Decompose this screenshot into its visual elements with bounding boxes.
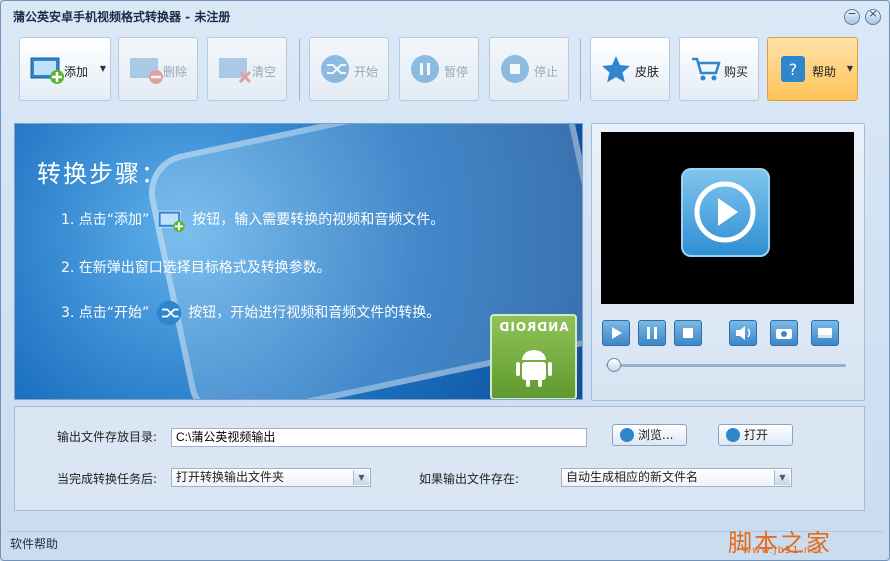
chevron-down-icon: ▼	[774, 470, 790, 485]
fullscreen-button[interactable]	[811, 320, 839, 346]
film-clear-icon	[219, 58, 252, 84]
android-logo-text: ANDROID	[498, 320, 569, 334]
step-1-text: 1. 点击“添加”	[61, 212, 150, 228]
chevron-down-icon: ▼	[846, 64, 853, 73]
star-icon	[602, 56, 630, 83]
video-screen[interactable]	[601, 132, 854, 304]
shuffle-icon	[321, 55, 349, 83]
start-label: 开始	[354, 65, 379, 79]
toolbar-divider	[299, 39, 300, 101]
browse-button[interactable]: 浏览...	[612, 424, 687, 446]
instructions-banner: 转换步骤： 1. 点击“添加” 按钮，输入需要转换的视频和音频文件。 2. 在新…	[14, 123, 583, 400]
after-done-select[interactable]: 打开转换输出文件夹 ▼	[171, 468, 371, 487]
toolbar: 添加 ▼ 删除 清空 开始 暂停 停止 皮肤 购买 ? 帮助 ▼	[1, 31, 889, 111]
camera-icon	[776, 329, 792, 339]
stop-icon	[683, 328, 693, 338]
film-add-icon	[30, 57, 64, 84]
step-2: 2. 在新弹出窗口选择目标格式及转换参数。	[61, 260, 331, 276]
step-3: 3. 点击“开始” 按钮，开始进行视频和音频文件的转换。	[61, 300, 440, 326]
fullscreen-icon	[818, 328, 832, 338]
skin-label: 皮肤	[635, 65, 660, 79]
add-button[interactable]: 添加 ▼	[19, 37, 111, 101]
step-3-text-2: 按钮，开始进行视频和音频文件的转换。	[188, 305, 441, 321]
minimize-button[interactable]: −	[844, 7, 860, 25]
stop-icon	[501, 55, 529, 83]
pause-button[interactable]	[638, 320, 666, 346]
seek-slider-handle[interactable]	[607, 358, 621, 372]
skin-button[interactable]: 皮肤	[590, 37, 670, 101]
clear-button[interactable]: 清空	[207, 37, 287, 101]
help-icon: ?	[781, 56, 805, 82]
after-done-label: 当完成转换任务后:	[57, 472, 158, 486]
help-button[interactable]: ? 帮助 ▼	[767, 37, 858, 101]
pause-button[interactable]: 暂停	[399, 37, 479, 101]
play-button[interactable]	[602, 320, 630, 346]
step-1: 1. 点击“添加” 按钮，输入需要转换的视频和音频文件。	[61, 208, 444, 232]
volume-button[interactable]	[729, 320, 757, 346]
pause-icon	[647, 327, 657, 339]
banner-title: 转换步骤：	[37, 160, 167, 188]
android-robot-icon	[516, 350, 552, 387]
open-button[interactable]: 打开	[718, 424, 793, 446]
open-label: 打开	[744, 428, 769, 442]
film-add-icon	[157, 210, 185, 232]
step-1-text-2: 按钮，输入需要转换的视频和音频文件。	[192, 212, 445, 228]
buy-button[interactable]: 购买	[679, 37, 759, 101]
chevron-down-icon: ▼	[353, 470, 369, 485]
title-bar: 蒲公英安卓手机视频格式转换器 - 未注册 − ×	[1, 1, 889, 31]
snapshot-button[interactable]	[770, 320, 798, 346]
browse-label: 浏览...	[638, 428, 674, 442]
play-icon	[612, 327, 622, 339]
step-3-text: 3. 点击“开始”	[61, 305, 150, 321]
video-preview-panel	[591, 123, 865, 401]
if-exists-select[interactable]: 自动生成相应的新文件名 ▼	[561, 468, 792, 487]
output-settings-panel: 输出文件存放目录: 浏览... 打开 当完成转换任务后: 打开转换输出文件夹 ▼…	[14, 406, 865, 511]
app-window: 蒲公英安卓手机视频格式转换器 - 未注册 − × 添加 ▼ 删除 清空 开始 暂…	[0, 0, 890, 561]
film-reel-icon	[726, 428, 740, 442]
output-dir-label: 输出文件存放目录:	[57, 430, 158, 444]
minimize-icon: −	[847, 7, 857, 20]
after-done-value: 打开转换输出文件夹	[176, 470, 285, 484]
buy-label: 购买	[724, 65, 749, 79]
svg-text:?: ?	[789, 60, 798, 79]
stop-label: 停止	[534, 65, 559, 79]
stop-button[interactable]	[674, 320, 702, 346]
pause-icon	[411, 55, 439, 83]
play-large-icon[interactable]	[681, 168, 770, 257]
delete-button[interactable]: 删除	[118, 37, 198, 101]
if-exists-label: 如果输出文件存在:	[419, 472, 520, 486]
watermark-url: www.jb51.net	[743, 545, 824, 556]
shuffle-icon	[156, 300, 181, 326]
close-button[interactable]: ×	[865, 7, 881, 25]
toolbar-divider	[580, 39, 581, 101]
seek-slider[interactable]	[606, 364, 846, 367]
film-delete-icon	[130, 58, 163, 84]
delete-label: 删除	[163, 65, 188, 79]
help-label: 帮助	[812, 65, 837, 79]
shopping-cart-icon	[692, 57, 721, 81]
chevron-down-icon: ▼	[99, 64, 106, 73]
volume-icon	[736, 326, 751, 340]
pause-label: 暂停	[444, 65, 469, 79]
stop-button[interactable]: 停止	[489, 37, 569, 101]
software-help-link[interactable]: 软件帮助	[10, 535, 58, 552]
window-title: 蒲公英安卓手机视频格式转换器 - 未注册	[13, 10, 231, 24]
add-label: 添加	[64, 65, 89, 79]
android-logo: ANDROID	[490, 314, 577, 399]
close-icon: ×	[868, 7, 878, 20]
browse-icon	[620, 428, 634, 442]
if-exists-value: 自动生成相应的新文件名	[566, 470, 699, 484]
start-button[interactable]: 开始	[309, 37, 389, 101]
output-dir-field[interactable]	[171, 428, 587, 447]
clear-label: 清空	[252, 65, 277, 79]
